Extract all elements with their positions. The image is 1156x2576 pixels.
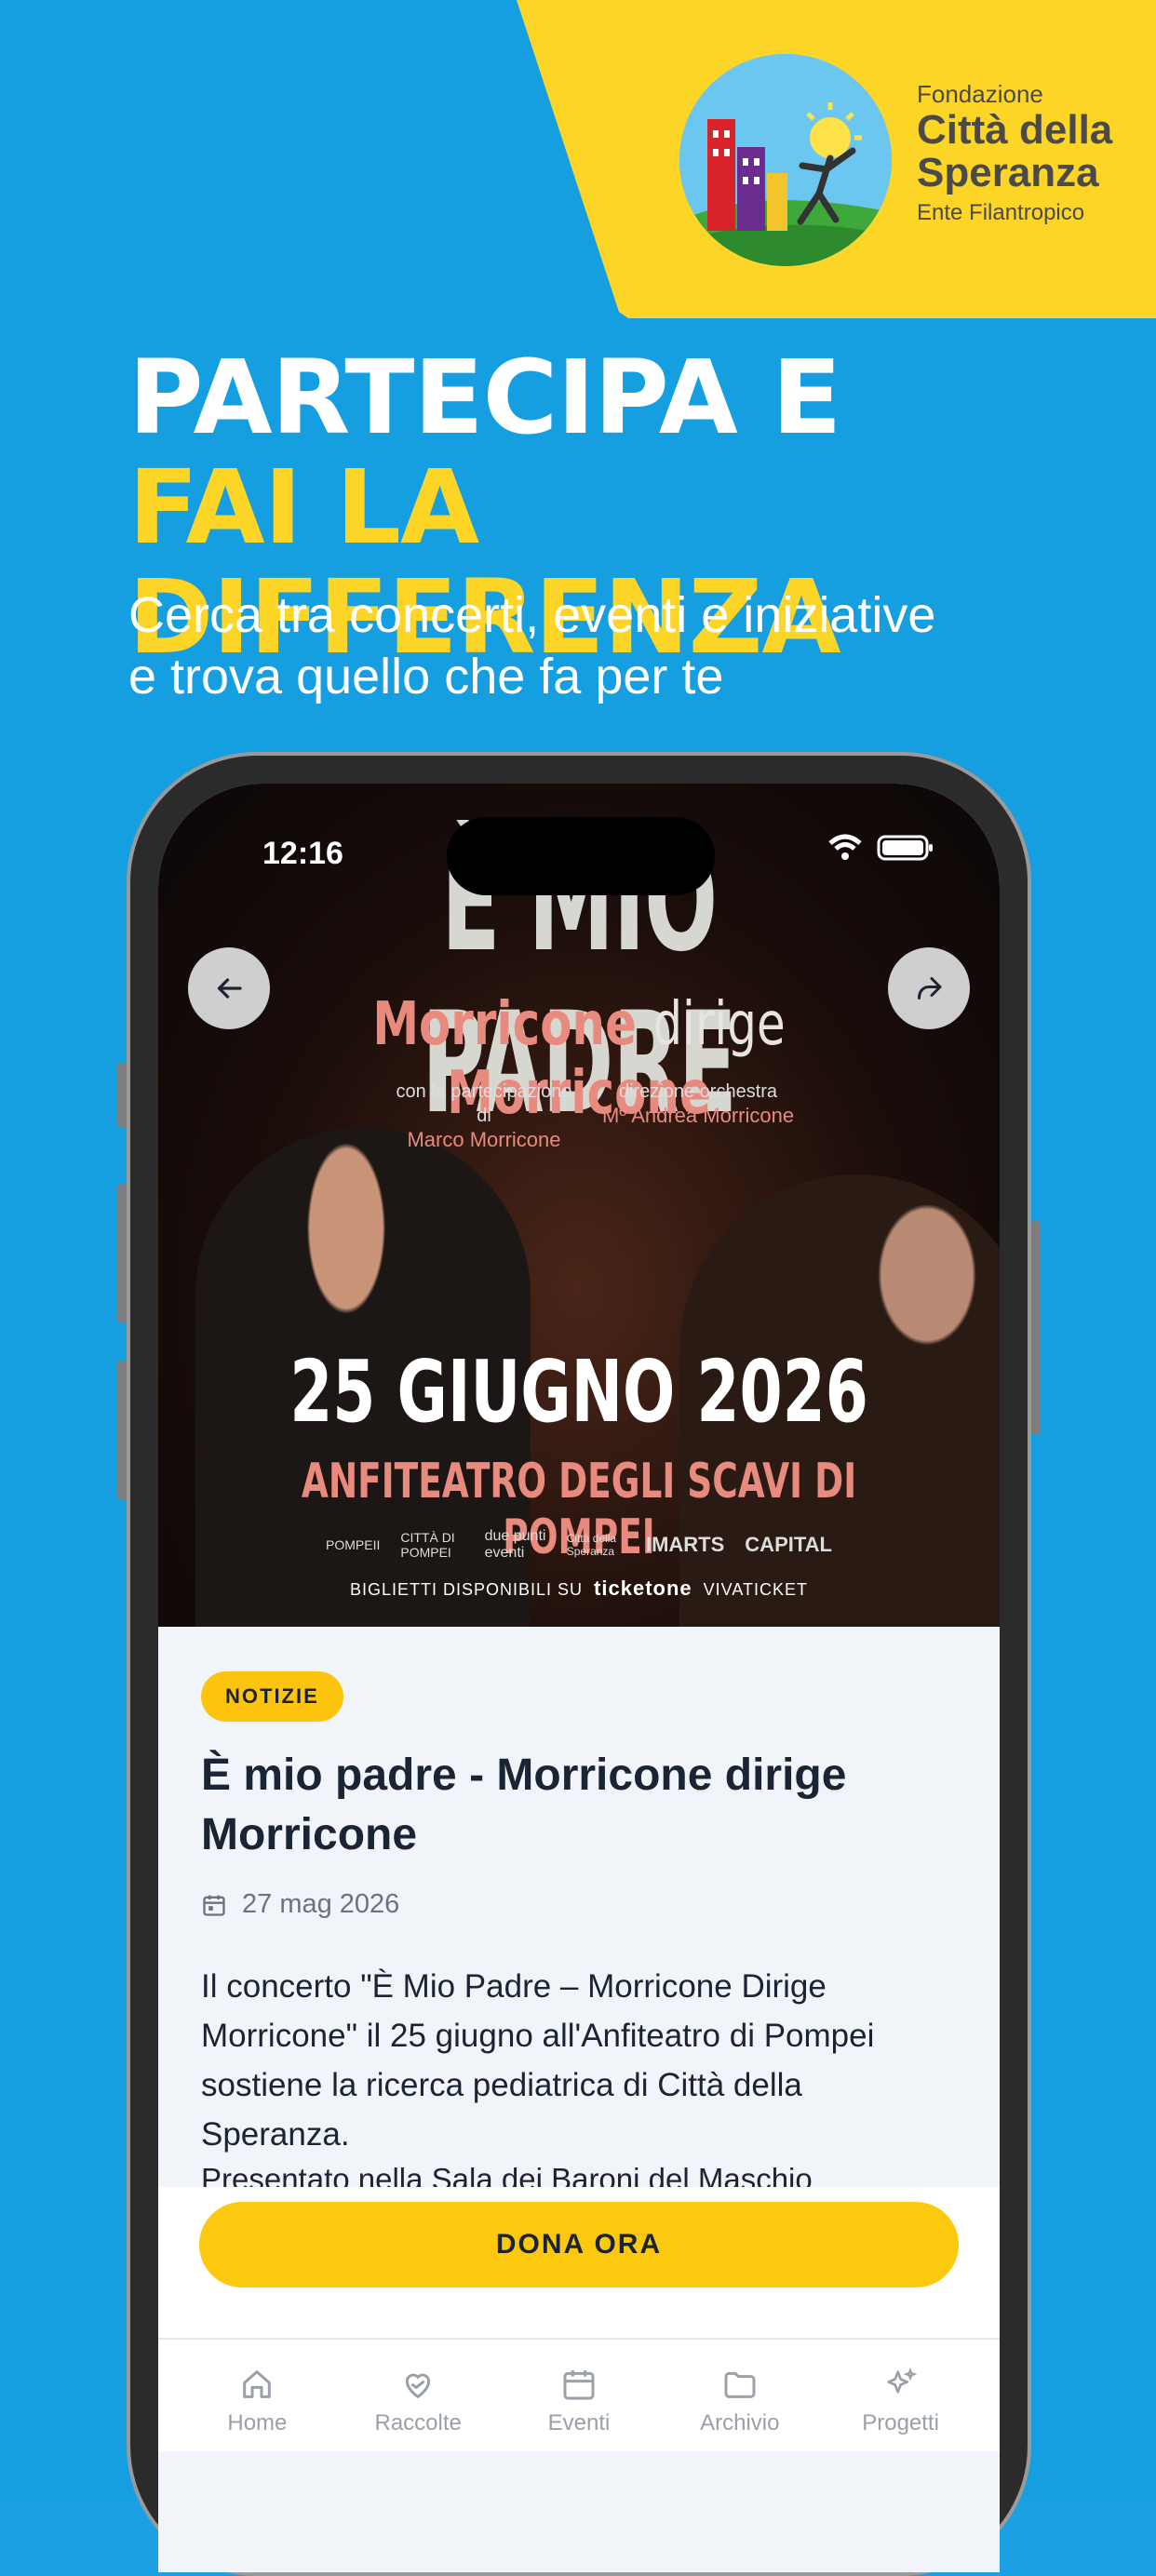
headline-line-1: PARTECIPA E [128,338,841,457]
tab-label: Eventi [547,2410,611,2435]
phone-volume-up [117,1184,127,1323]
poster-subtitle: Morricone dirige Morricone [250,990,907,1128]
heart-hand-icon [406,2373,431,2399]
logo-wordmark: Fondazione Città della Speranza Ente Fil… [917,80,1112,226]
sponsor: IMARTS [645,1533,725,1556]
logo-fondazione: Fondazione [917,80,1043,108]
tab-label: Progetti [862,2410,939,2435]
donate-button[interactable]: DONA ORA [199,2202,959,2288]
tab-bar: Home Raccolte Eventi Archivio Progetti [158,2338,1000,2451]
article-paragraph-1: Il concerto "È Mio Padre – Morricone Dir… [201,1968,875,2153]
logo-speranza: Speranza [917,150,1099,195]
city-logo-emblem [679,54,892,266]
sponsor: CAPITAL [745,1533,832,1556]
tab-home[interactable]: Home [187,2340,327,2451]
subtitle-line-2: e trova quello che fa per te [128,649,724,704]
battery-icon [877,835,933,861]
poster-credit-left: con la partecipazione di Marco Morricone [391,1080,577,1152]
article-date-row: 27 mag 2026 [201,1889,399,1920]
credit-right-label: direzione orchestra [618,1081,778,1102]
sponsor: due punti eventi [484,1528,546,1561]
tab-label: Raccolte [374,2410,462,2435]
calendar-icon [563,2370,595,2400]
article-date: 27 mag 2026 [242,1889,400,1919]
event-poster-image: È MIO PADRE Morricone dirige Morricone c… [158,784,1000,1630]
phone-screen: È MIO PADRE Morricone dirige Morricone c… [158,784,1000,2572]
credit-left-name: Marco Morricone [407,1128,561,1151]
wifi-icon [828,834,862,860]
sponsor: POMPEII [326,1537,381,1552]
poster-subtitle-mid: dirige [652,990,786,1059]
tab-eventi[interactable]: Eventi [509,2340,649,2451]
tickets-label: BIGLIETTI DISPONIBILI SU [349,1580,584,1599]
article-title: È mio padre - Morricone dirige Morricone [201,1751,847,1859]
calendar-icon [203,1895,225,1916]
sponsor: Città della Speranza [566,1532,617,1558]
dynamic-island [447,817,715,895]
poster-sponsors: POMPEII CITTÀ DI POMPEI due punti eventi… [326,1528,832,1562]
tab-raccolte[interactable]: Raccolte [348,2340,488,2451]
tab-label: Archivio [700,2410,780,2435]
phone-mockup: È MIO PADRE Morricone dirige Morricone c… [117,752,1041,2576]
status-time: 12:16 [262,836,343,871]
sponsor: CITTÀ DI POMPEI [400,1530,455,1560]
folder-icon [724,2371,756,2398]
tab-progetti[interactable]: Progetti [831,2340,971,2451]
share-icon [918,977,942,1000]
credit-left-label: con la partecipazione di [396,1081,572,1126]
poster-date: 25 GIUGNO 2026 [289,1342,868,1442]
phone-volume-down [117,1361,127,1500]
status-indicators [827,834,934,862]
phone-action-button [117,1063,127,1128]
subtitle-line-1: Cerca tra concerti, eventi e iniziative [128,587,936,643]
poster-credit-right: direzione orchestra Mº Andrea Morricone [596,1080,800,1128]
ticket-vendor-2: VIVATICKET [703,1580,809,1599]
poster-subtitle-a: Morricone [372,990,637,1059]
tab-archivio[interactable]: Archivio [670,2340,810,2451]
ticket-vendor-1: ticketone [594,1576,692,1600]
subtitle: Cerca tra concerti, eventi e iniziative … [128,584,935,707]
home-icon [243,2370,272,2398]
arrow-left-icon [217,978,242,999]
sparkles-icon [886,2367,917,2394]
logo-citta: Città della [917,107,1113,153]
share-button[interactable] [888,947,970,1029]
poster-tickets: BIGLIETTI DISPONIBILI SU ticketone VIVAT… [158,1576,1000,1601]
tab-label: Home [227,2410,288,2435]
phone-power-button [1031,1221,1041,1435]
credit-right-name: Mº Andrea Morricone [601,1104,795,1127]
category-badge: NOTIZIE [201,1671,343,1722]
back-button[interactable] [188,947,270,1029]
logo-ente: Ente Filantropico [917,200,1085,225]
